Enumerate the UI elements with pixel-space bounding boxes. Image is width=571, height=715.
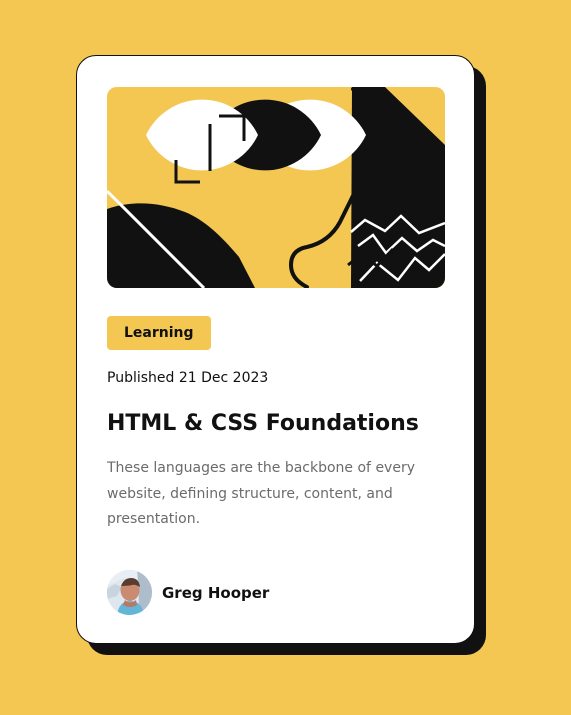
published-date: Published 21 Dec 2023 bbox=[107, 370, 269, 386]
card-description: These languages are the backbone of ever… bbox=[107, 460, 415, 527]
author-name: Greg Hooper bbox=[162, 583, 270, 602]
author-avatar bbox=[107, 570, 152, 615]
blog-preview-card: Learning Published 21 Dec 2023 HTML & CS… bbox=[76, 55, 475, 644]
card-title[interactable]: HTML & CSS Foundations bbox=[107, 410, 419, 438]
hero-illustration bbox=[107, 87, 445, 288]
category-badge: Learning bbox=[107, 316, 211, 350]
author-info: Greg Hooper bbox=[107, 570, 269, 615]
